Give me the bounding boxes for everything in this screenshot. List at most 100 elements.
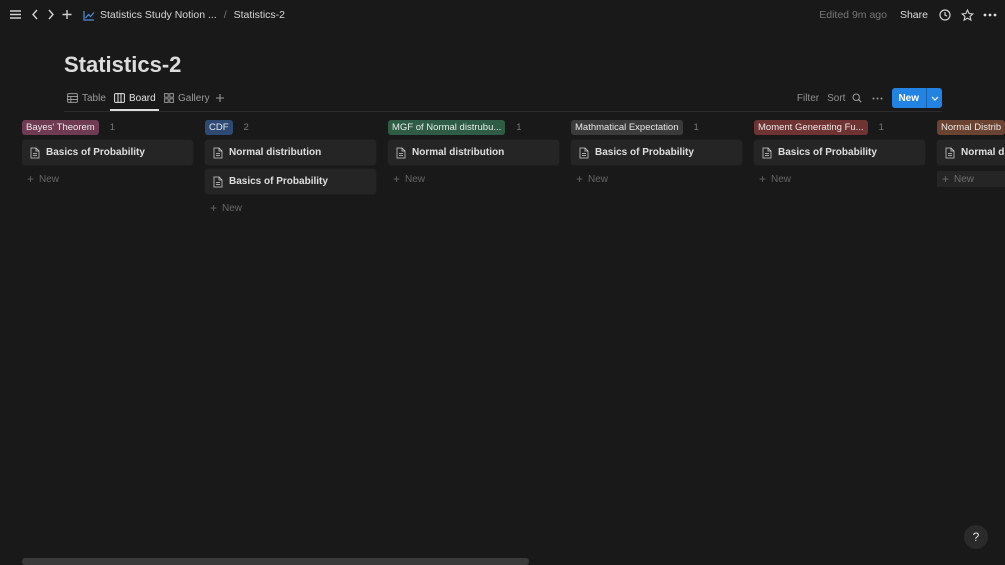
- tab-board-label: Board: [129, 92, 156, 104]
- column-count: 1: [109, 121, 115, 133]
- page-icon: [762, 147, 772, 159]
- board-card[interactable]: Basics of Probability: [571, 140, 742, 165]
- filter-button[interactable]: Filter: [797, 93, 819, 104]
- table-icon: [67, 93, 78, 103]
- column-tag: Mathmatical Expectation: [571, 119, 683, 135]
- column-count: 1: [878, 121, 884, 133]
- new-button-group: New: [892, 88, 942, 108]
- new-button[interactable]: New: [892, 88, 926, 108]
- share-button[interactable]: Share: [900, 9, 928, 21]
- card-title: Basics of Probability: [229, 176, 328, 187]
- column-header[interactable]: Moment Generating Fu... 1: [754, 118, 925, 136]
- tab-board[interactable]: Board: [114, 86, 156, 110]
- page-icon: [213, 176, 223, 188]
- column-count: 1: [516, 121, 522, 133]
- view-options-icon[interactable]: [872, 97, 883, 100]
- chevron-down-icon: [931, 96, 939, 101]
- more-options-icon[interactable]: [983, 13, 997, 17]
- board-card[interactable]: Normal dis: [937, 140, 1005, 165]
- page-title: Statistics-2: [64, 52, 182, 77]
- view-bar: Table Board Gallery Filter Sort New: [64, 86, 942, 112]
- add-page-icon[interactable]: [61, 8, 73, 21]
- breadcrumb-current[interactable]: Statistics-2: [234, 9, 285, 21]
- card-title: Basics of Probability: [778, 147, 877, 158]
- search-icon[interactable]: [852, 93, 863, 103]
- help-button[interactable]: ?: [964, 525, 988, 549]
- board-card[interactable]: Normal distribution: [388, 140, 559, 165]
- chart-line-icon: [83, 10, 95, 21]
- tab-gallery[interactable]: Gallery: [164, 86, 210, 110]
- add-card-button[interactable]: + New: [571, 171, 742, 187]
- card-title: Basics of Probability: [46, 147, 145, 158]
- topbar: Statistics Study Notion ... / Statistics…: [0, 0, 1005, 30]
- column-tag: Bayes' Theorem: [22, 119, 99, 135]
- plus-icon: +: [759, 172, 767, 186]
- card-title: Normal distribution: [412, 147, 505, 158]
- column-header[interactable]: Mathmatical Expectation 1: [571, 118, 742, 136]
- page-icon: [213, 147, 223, 159]
- add-card-button[interactable]: + New: [22, 171, 193, 187]
- gallery-icon: [164, 93, 174, 103]
- board-card[interactable]: Basics of Probability: [754, 140, 925, 165]
- board-column: MGF of Normal distrubu... 1 Normal distrib…: [388, 118, 559, 187]
- column-header[interactable]: CDF 2: [205, 118, 376, 136]
- add-card-label: New: [222, 202, 243, 214]
- column-count: 1: [693, 121, 699, 133]
- edited-timestamp: Edited 9m ago: [819, 9, 887, 21]
- add-card-label: New: [405, 173, 426, 185]
- tab-table-label: Table: [82, 92, 106, 104]
- board: Bayes' Theorem 1 Basics of Probability + New…: [22, 118, 1005, 548]
- active-tab-indicator: [110, 109, 159, 111]
- tab-table[interactable]: Table: [67, 86, 106, 110]
- board-card[interactable]: Basics of Probability: [22, 140, 193, 165]
- star-icon[interactable]: [961, 8, 974, 22]
- board-column: Normal Distrib Normal dis + New: [937, 118, 1005, 187]
- board-column: CDF 2 Normal distribution Basics of Probabi…: [205, 118, 376, 216]
- add-card-button[interactable]: + New: [754, 171, 925, 187]
- column-tag: Normal Distrib: [937, 119, 1005, 135]
- page-icon: [30, 147, 40, 159]
- add-card-button[interactable]: + New: [388, 171, 559, 187]
- column-tag: Moment Generating Fu...: [754, 119, 868, 135]
- page-icon: [945, 147, 955, 159]
- column-header[interactable]: Bayes' Theorem 1: [22, 118, 193, 136]
- breadcrumb-separator: /: [223, 9, 227, 21]
- card-title: Normal distribution: [229, 147, 322, 158]
- add-card-label: New: [771, 173, 792, 185]
- board-column: Moment Generating Fu... 1 Basics of Probab…: [754, 118, 925, 187]
- card-title: Normal dis: [961, 147, 1005, 158]
- plus-icon: +: [576, 172, 584, 186]
- add-card-label: New: [954, 173, 975, 185]
- column-tag: MGF of Normal distrubu...: [388, 119, 506, 135]
- forward-arrow-icon[interactable]: [46, 8, 56, 21]
- page-icon: [396, 147, 406, 159]
- back-arrow-icon[interactable]: [30, 8, 40, 21]
- board-column: Mathmatical Expectation 1 Basics of Probab…: [571, 118, 742, 187]
- add-view-button[interactable]: [215, 86, 225, 110]
- board-column: Bayes' Theorem 1 Basics of Probability + New: [22, 118, 193, 187]
- horizontal-scrollbar[interactable]: [22, 558, 529, 565]
- plus-icon: [215, 93, 225, 103]
- column-header[interactable]: MGF of Normal distrubu... 1: [388, 118, 559, 136]
- add-card-button[interactable]: + New: [937, 171, 1005, 187]
- new-dropdown-button[interactable]: [926, 88, 942, 108]
- card-title: Basics of Probability: [595, 147, 694, 158]
- add-card-button[interactable]: + New: [205, 200, 376, 216]
- column-count: 2: [243, 121, 249, 133]
- view-tools: Filter Sort New: [797, 88, 942, 108]
- plus-icon: +: [393, 172, 401, 186]
- add-card-label: New: [39, 173, 60, 185]
- clock-icon[interactable]: [939, 9, 951, 21]
- breadcrumb-parent[interactable]: Statistics Study Notion ...: [100, 9, 217, 21]
- column-tag: CDF: [205, 119, 233, 135]
- board-icon: [114, 93, 125, 103]
- breadcrumb: Statistics Study Notion ... / Statistics…: [83, 0, 285, 30]
- column-header[interactable]: Normal Distrib: [937, 118, 1005, 136]
- menu-icon[interactable]: [9, 8, 22, 21]
- topbar-actions: Edited 9m ago Share: [819, 0, 997, 30]
- sort-button[interactable]: Sort: [827, 93, 845, 104]
- board-card[interactable]: Basics of Probability: [205, 169, 376, 194]
- plus-icon: +: [210, 201, 218, 215]
- plus-icon: +: [27, 172, 35, 186]
- board-card[interactable]: Normal distribution: [205, 140, 376, 165]
